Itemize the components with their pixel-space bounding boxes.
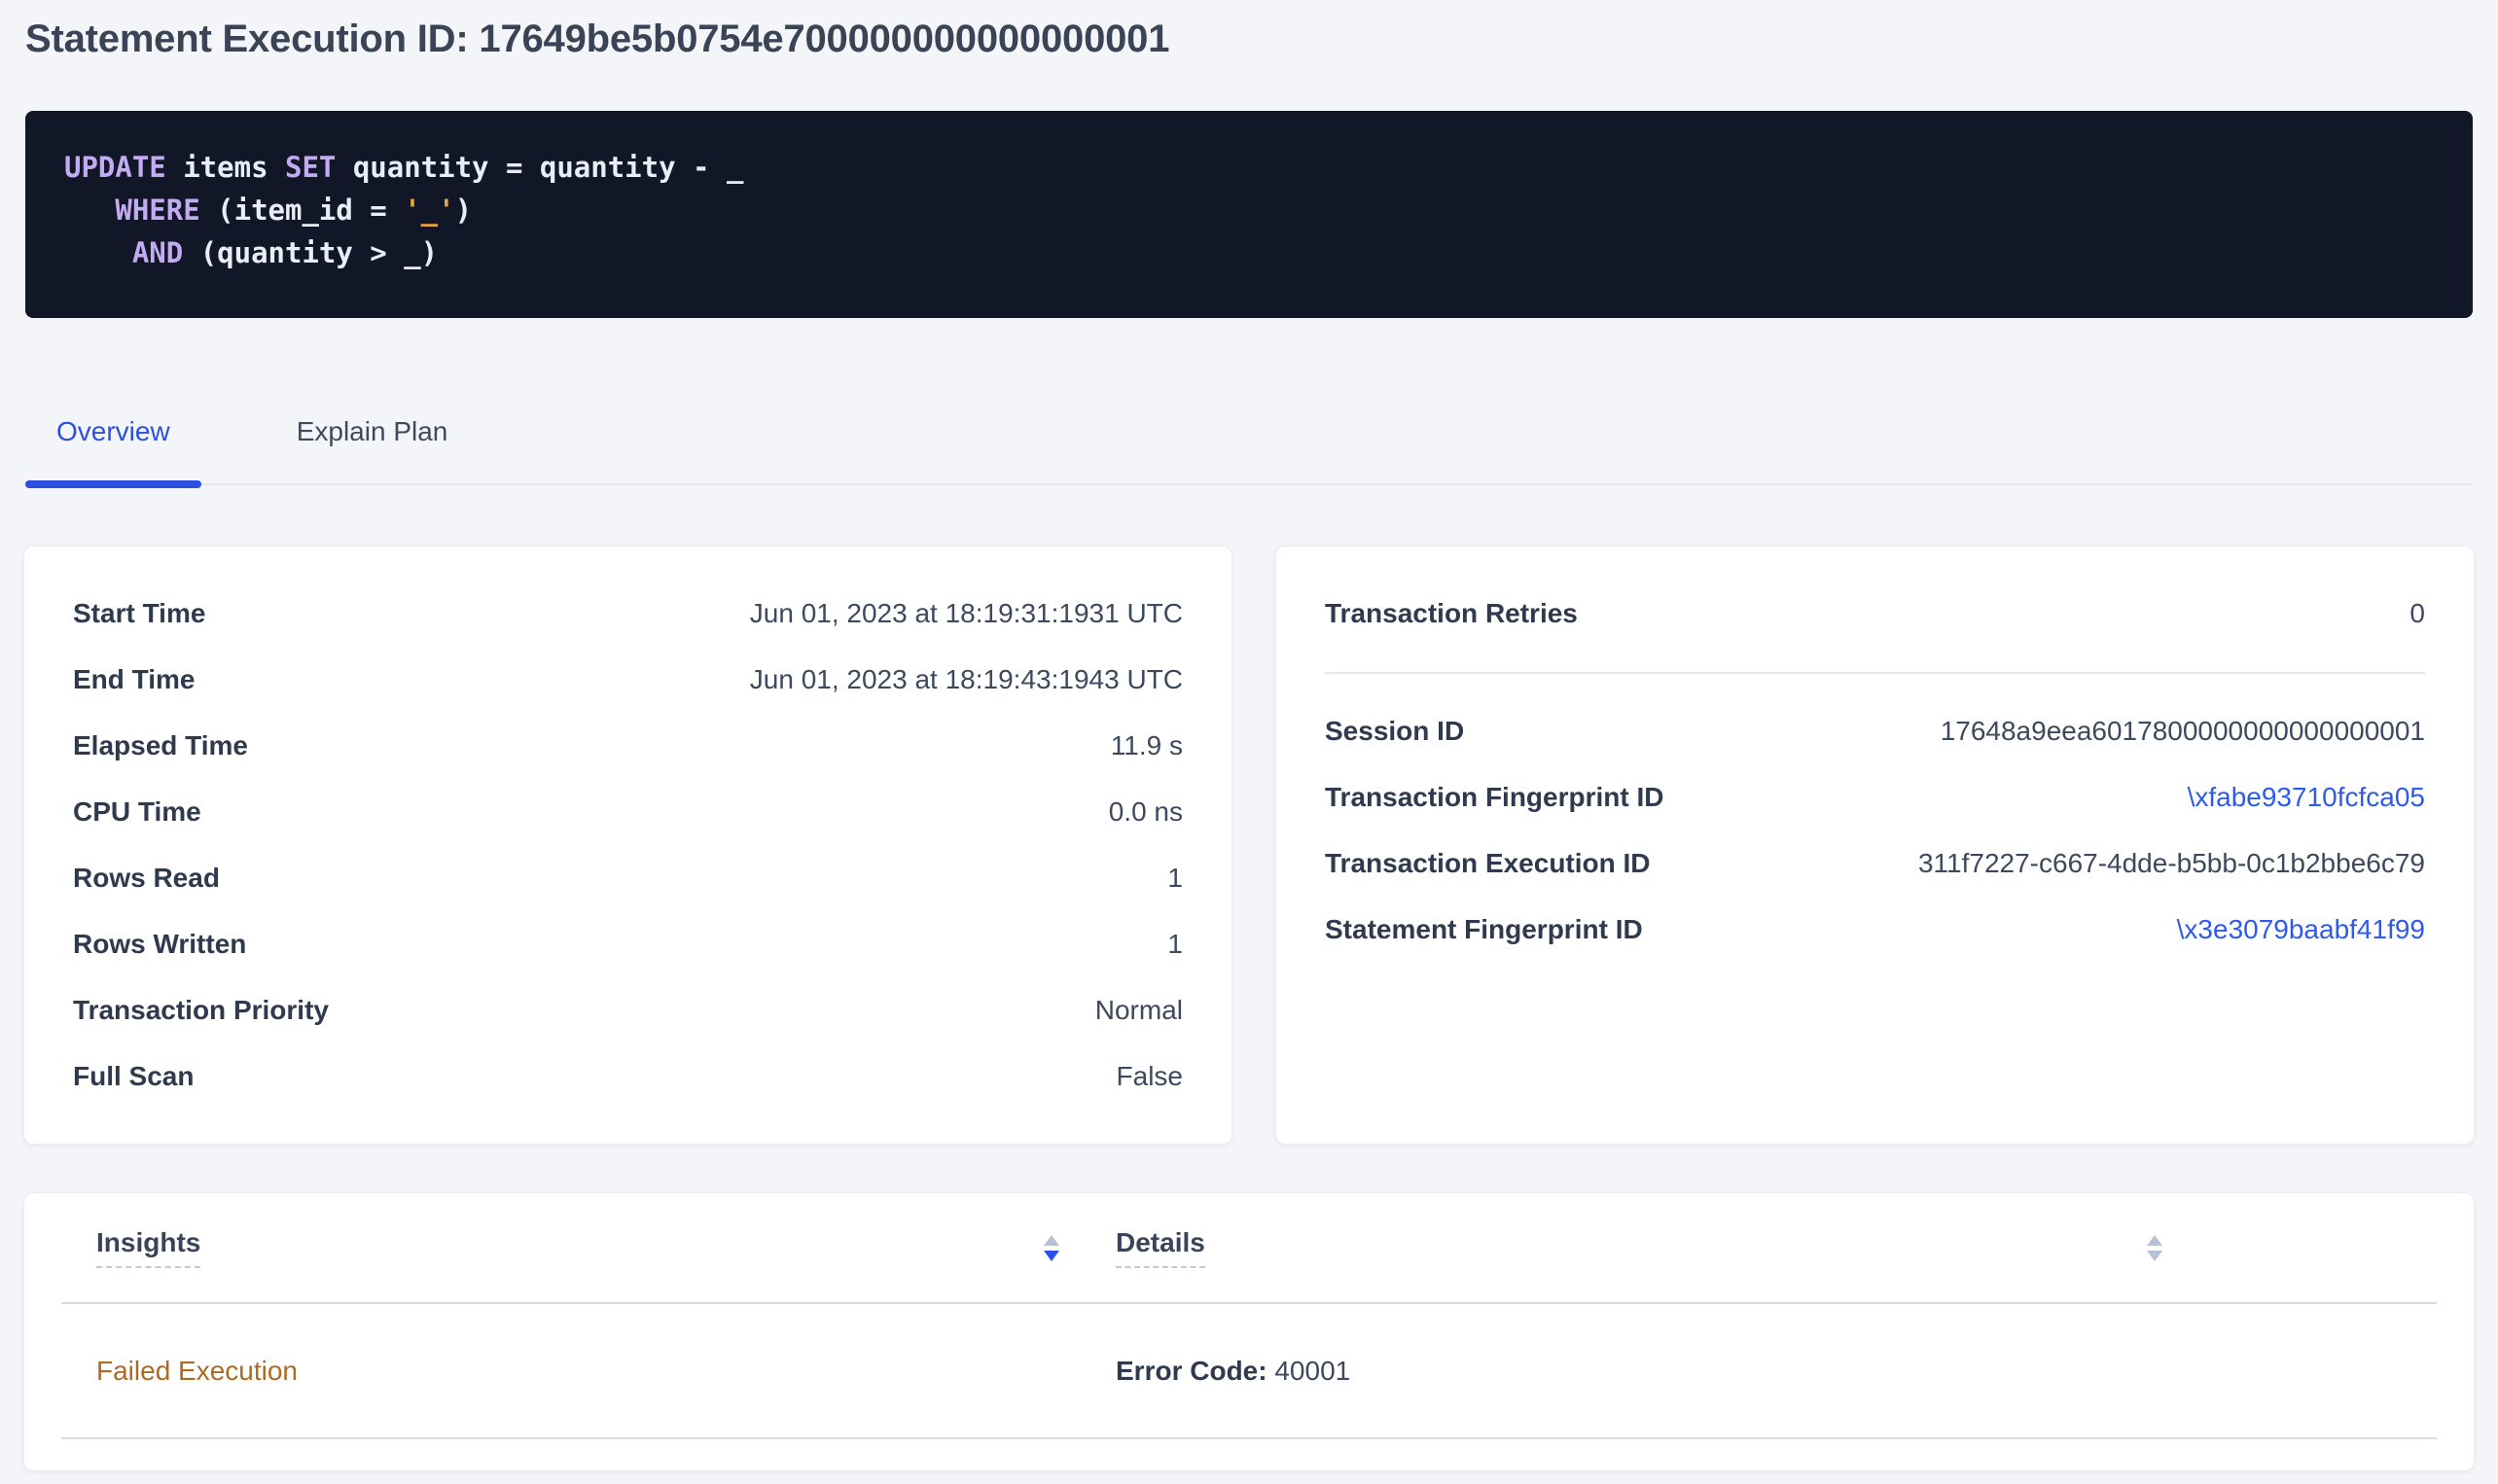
sql-keyword: SET <box>285 151 336 184</box>
stat-value: Normal <box>1095 995 1183 1026</box>
sql-keyword: WHERE <box>115 194 199 227</box>
stat-label: Start Time <box>73 598 205 629</box>
stat-row-transaction-retries: Transaction Retries 0 <box>1325 581 2425 647</box>
sort-control-insights[interactable] <box>1044 1235 1059 1261</box>
card-divider <box>1325 672 2425 674</box>
stat-value: 11.9 s <box>1111 730 1183 761</box>
stat-row-transaction-execution-id: Transaction Execution ID 311f7227-c667-4… <box>1325 830 2425 897</box>
sql-keyword: AND <box>132 236 183 269</box>
stat-value: Jun 01, 2023 at 18:19:31:1931 UTC <box>750 598 1183 629</box>
statement-fingerprint-id-link[interactable]: \x3e3079baabf41f99 <box>2177 914 2425 945</box>
column-header-details-label: Details <box>1116 1227 1205 1268</box>
stat-label: Elapsed Time <box>73 730 248 761</box>
sql-keyword: UPDATE <box>64 151 166 184</box>
stat-label: Transaction Priority <box>73 995 329 1026</box>
page-title-prefix: Statement Execution ID: <box>25 18 468 60</box>
column-header-insights[interactable]: Insights <box>61 1227 1081 1268</box>
stat-label: Full Scan <box>73 1061 194 1092</box>
page-title: Statement Execution ID: 17649be5b0754e70… <box>25 16 2473 62</box>
sql-text: items <box>166 151 285 184</box>
sort-control-details[interactable] <box>2147 1235 2162 1261</box>
insights-table-card: Insights Details Failed Execution Error … <box>23 1192 2475 1471</box>
sql-line: AND (quantity > _) <box>64 231 2434 274</box>
stat-row-cpu-time: CPU Time 0.0 ns <box>73 779 1183 845</box>
stat-row-transaction-fingerprint-id: Transaction Fingerprint ID \xfabe93710fc… <box>1325 764 2425 830</box>
stat-label: Transaction Retries <box>1325 598 1578 629</box>
stat-label: Rows Written <box>73 929 246 960</box>
overview-card: Start Time Jun 01, 2023 at 18:19:31:1931… <box>23 546 1232 1145</box>
sql-text: (item_id = <box>200 194 405 227</box>
stat-row-start-time: Start Time Jun 01, 2023 at 18:19:31:1931… <box>73 581 1183 647</box>
error-code-label: Error Code: <box>1116 1356 1267 1386</box>
statement-execution-id: 17649be5b0754e700000000000000001 <box>479 18 1169 60</box>
stat-row-transaction-priority: Transaction Priority Normal <box>73 977 1183 1043</box>
tab-explain-plan[interactable]: Explain Plan <box>266 415 480 483</box>
summary-cards: Start Time Jun 01, 2023 at 18:19:31:1931… <box>23 546 2475 1145</box>
sql-line: UPDATE items SET quantity = quantity - _ <box>64 146 2434 189</box>
stat-label: Session ID <box>1325 716 1464 747</box>
stat-value: 1 <box>1167 863 1183 894</box>
column-header-details[interactable]: Details <box>1081 1227 2184 1268</box>
sql-statement-box: UPDATE items SET quantity = quantity - _… <box>25 111 2473 318</box>
stat-label: Transaction Execution ID <box>1325 848 1651 879</box>
sql-line: WHERE (item_id = '_') <box>64 189 2434 231</box>
stat-label: CPU Time <box>73 796 201 828</box>
sql-text <box>64 194 115 227</box>
error-code-value: 40001 <box>1274 1356 1350 1386</box>
sql-text: ) <box>455 194 472 227</box>
insight-row: Failed Execution Error Code: 40001 <box>61 1304 2437 1439</box>
stat-label: Rows Read <box>73 863 220 894</box>
tab-overview[interactable]: Overview <box>25 415 201 483</box>
insight-type-cell: Failed Execution <box>61 1356 1081 1387</box>
stat-label: End Time <box>73 664 196 695</box>
stat-row-elapsed-time: Elapsed Time 11.9 s <box>73 713 1183 779</box>
sort-desc-icon[interactable] <box>2147 1251 2162 1261</box>
stat-value: 0 <box>2409 598 2425 629</box>
transaction-fingerprint-id-link[interactable]: \xfabe93710fcfca05 <box>2188 782 2425 813</box>
stat-row-statement-fingerprint-id: Statement Fingerprint ID \x3e3079baabf41… <box>1325 897 2425 963</box>
insights-table-header: Insights Details <box>61 1193 2437 1304</box>
tab-overview-label: Overview <box>56 416 170 446</box>
sql-string-literal: '_' <box>404 194 454 227</box>
column-header-insights-label: Insights <box>96 1227 200 1268</box>
sql-text: (quantity > _) <box>183 236 438 269</box>
stat-row-end-time: End Time Jun 01, 2023 at 18:19:43:1943 U… <box>73 647 1183 713</box>
stat-label: Statement Fingerprint ID <box>1325 914 1643 945</box>
stat-row-rows-read: Rows Read 1 <box>73 845 1183 911</box>
stat-label: Transaction Fingerprint ID <box>1325 782 1663 813</box>
identifiers-card: Transaction Retries 0 Session ID 17648a9… <box>1275 546 2475 1145</box>
sort-desc-icon[interactable] <box>1044 1251 1059 1261</box>
stat-value: 1 <box>1167 929 1183 960</box>
tab-bar: Overview Explain Plan <box>25 415 2473 485</box>
stat-value: 311f7227-c667-4dde-b5bb-0c1b2bbe6c79 <box>1918 848 2425 879</box>
sql-statement-text: UPDATE items SET quantity = quantity - _… <box>64 146 2434 274</box>
insight-details-cell: Error Code: 40001 <box>1081 1356 1350 1387</box>
sql-text: quantity = quantity - _ <box>336 151 743 184</box>
sql-text <box>64 236 132 269</box>
stat-row-session-id: Session ID 17648a9eea6017800000000000000… <box>1325 698 2425 764</box>
stat-value: False <box>1117 1061 1183 1092</box>
stat-value: 0.0 ns <box>1109 796 1183 828</box>
stat-value: Jun 01, 2023 at 18:19:43:1943 UTC <box>750 664 1183 695</box>
stat-row-rows-written: Rows Written 1 <box>73 911 1183 977</box>
stat-row-full-scan: Full Scan False <box>73 1043 1183 1110</box>
sort-asc-icon[interactable] <box>1044 1235 1059 1246</box>
stat-value: 17648a9eea6017800000000000000001 <box>1941 716 2425 747</box>
sort-asc-icon[interactable] <box>2147 1235 2162 1246</box>
page-header: Statement Execution ID: 17649be5b0754e70… <box>0 0 2498 62</box>
tab-explain-plan-label: Explain Plan <box>297 416 448 446</box>
